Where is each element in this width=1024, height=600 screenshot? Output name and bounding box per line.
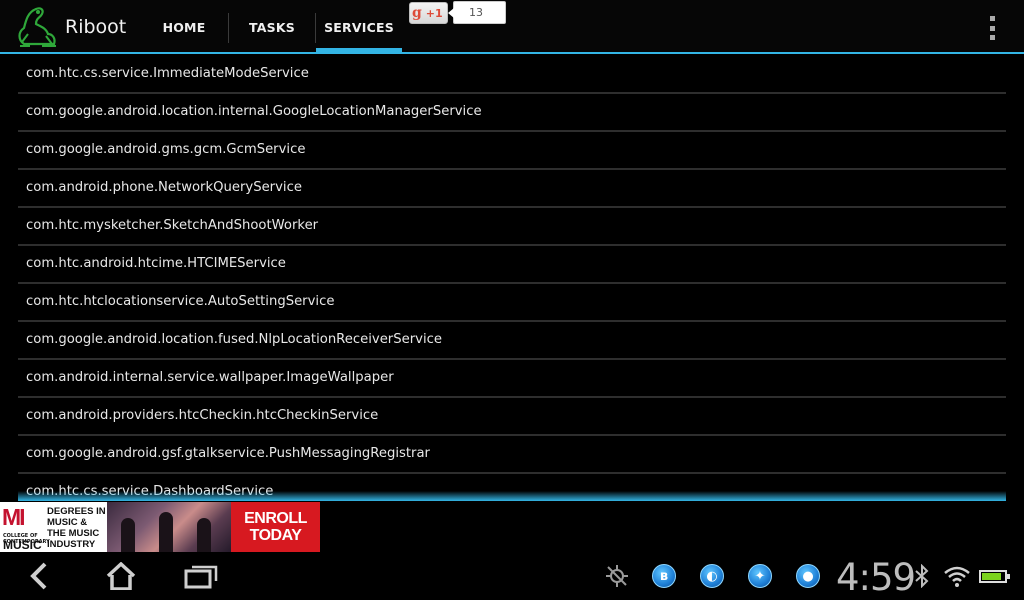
- list-item[interactable]: com.android.phone.NetworkQueryService: [18, 170, 1006, 208]
- list-item[interactable]: com.htc.cs.service.ImmediateModeService: [18, 56, 1006, 94]
- bluetooth-notification-icon[interactable]: ʙ: [652, 564, 676, 588]
- ad-enroll-button[interactable]: ENROLL TODAY: [231, 502, 320, 552]
- action-bar: Riboot HOME TASKS SERVICES g +1 13: [0, 0, 1024, 54]
- service-name: com.google.android.location.fused.NlpLoc…: [26, 331, 442, 347]
- list-item[interactable]: com.htc.android.htcime.HTCIMEService: [18, 246, 1006, 284]
- service-name: com.htc.cs.service.ImmediateModeService: [26, 65, 309, 81]
- list-item[interactable]: com.android.internal.service.wallpaper.I…: [18, 360, 1006, 398]
- gps-off-icon[interactable]: [605, 564, 629, 588]
- tab-tasks[interactable]: TASKS: [229, 0, 315, 54]
- ad-logo-music: MUSIC: [3, 538, 42, 552]
- battery-icon: [979, 570, 1010, 583]
- plus-one-label: +1: [425, 6, 443, 20]
- list-item[interactable]: com.google.android.location.fused.NlpLoc…: [18, 322, 1006, 360]
- tab-home[interactable]: HOME: [140, 0, 228, 54]
- ad-logo: MI COLLEGE OF CONTEMPORARY MUSIC: [0, 502, 50, 552]
- wifi-icon: [944, 566, 970, 587]
- ad-logo-mi: MI: [2, 504, 26, 530]
- overscroll-glow: [18, 491, 1006, 501]
- home-button[interactable]: [101, 560, 141, 592]
- list-item[interactable]: com.android.providers.htcCheckin.htcChec…: [18, 398, 1006, 436]
- frog-logo-icon[interactable]: [14, 4, 60, 50]
- google-g-icon: g: [412, 5, 422, 21]
- recent-apps-button[interactable]: [181, 560, 221, 592]
- list-item[interactable]: com.htc.htclocationservice.AutoSettingSe…: [18, 284, 1006, 322]
- location-notification-icon[interactable]: ✦: [748, 564, 772, 588]
- service-name: com.android.phone.NetworkQueryService: [26, 179, 302, 195]
- battery-level: [982, 573, 1001, 580]
- plus-one-count: 13: [448, 1, 506, 24]
- list-item[interactable]: com.google.android.gms.gcm.GcmService: [18, 132, 1006, 170]
- recent-apps-icon: [184, 565, 218, 589]
- ad-cta-line-1: ENROLL: [244, 510, 307, 527]
- app-title: Riboot: [65, 16, 127, 38]
- ad-banner[interactable]: MI COLLEGE OF CONTEMPORARY MUSIC DEGREES…: [0, 502, 320, 552]
- back-arrow-icon: [30, 562, 47, 590]
- service-name: com.htc.mysketcher.SketchAndShootWorker: [26, 217, 319, 233]
- service-name: com.htc.htclocationservice.AutoSettingSe…: [26, 293, 335, 309]
- list-item[interactable]: com.google.android.gsf.gtalkservice.Push…: [18, 436, 1006, 474]
- tab-active-indicator: [316, 48, 402, 54]
- overflow-menu-icon[interactable]: [982, 14, 1002, 42]
- notification-icon[interactable]: ●: [796, 564, 820, 588]
- ad-photo: [107, 502, 231, 552]
- service-name: com.android.internal.service.wallpaper.I…: [26, 369, 394, 385]
- system-bar: ʙ ◐ ✦ ● 4:59: [0, 552, 1024, 600]
- service-name: com.htc.android.htcime.HTCIMEService: [26, 255, 286, 271]
- clock[interactable]: 4:59: [836, 556, 916, 599]
- bluetooth-icon: [915, 564, 929, 588]
- tab-services[interactable]: SERVICES: [316, 0, 402, 54]
- ad-cta-line-2: TODAY: [249, 527, 302, 544]
- google-plus-one-button[interactable]: g +1: [409, 2, 448, 24]
- list-item[interactable]: com.htc.mysketcher.SketchAndShootWorker: [18, 208, 1006, 246]
- services-list[interactable]: com.htc.cs.service.ImmediateModeService …: [18, 56, 1006, 498]
- sync-notification-icon[interactable]: ◐: [700, 564, 724, 588]
- home-icon: [106, 562, 136, 590]
- service-name: com.google.android.gsf.gtalkservice.Push…: [26, 445, 430, 461]
- service-name: com.google.android.location.internal.Goo…: [26, 103, 482, 119]
- service-name: com.google.android.gms.gcm.GcmService: [26, 141, 306, 157]
- list-item[interactable]: com.google.android.location.internal.Goo…: [18, 94, 1006, 132]
- back-button[interactable]: [20, 560, 60, 592]
- service-name: com.android.providers.htcCheckin.htcChec…: [26, 407, 379, 423]
